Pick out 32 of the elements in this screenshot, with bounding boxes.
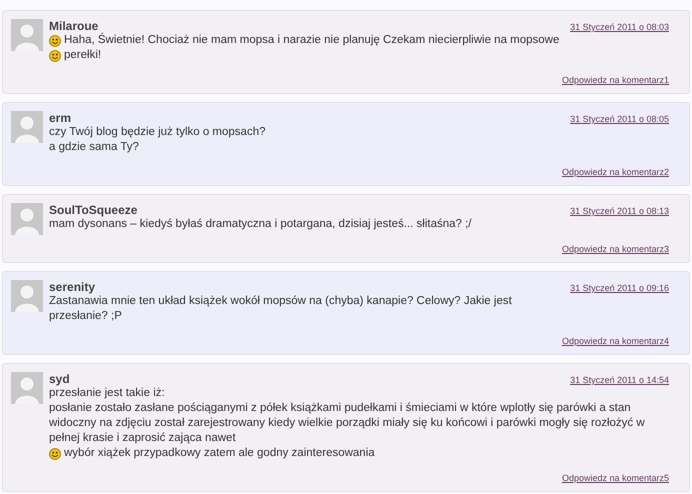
- comment-text: Zastanawia mnie ten układ książek wokół mopsów na (chyba) kanapie? Celowy? Jakie jest: [49, 294, 512, 309]
- avatar-icon: [11, 203, 43, 235]
- comment-text: perełki!: [64, 48, 102, 63]
- reply-link[interactable]: Odpowiedz na komentarz4: [562, 336, 669, 346]
- comment-author: serenity: [49, 280, 96, 294]
- comment-text: pełnej krasie i zaprosić zająca nawet: [49, 431, 236, 446]
- avatar-icon: [11, 19, 43, 51]
- reply-link[interactable]: Odpowiedz na komentarz2: [562, 167, 669, 177]
- comment-text: wybór xiążek przypadkowy zatem ale godny zainteresowania: [64, 446, 375, 461]
- comment-author: syd: [49, 372, 70, 386]
- comment-date-link[interactable]: 31 Styczeń 2011 o 08:05: [570, 114, 669, 124]
- comment-date-link[interactable]: 31 Styczeń 2011 o 08:13: [570, 206, 669, 216]
- comment-text: a gdzie sama Ty?: [49, 140, 139, 155]
- reply-link[interactable]: Odpowiedz na komentarz1: [562, 75, 669, 85]
- comment-date-link[interactable]: 31 Styczeń 2011 o 08:03: [570, 22, 669, 32]
- comment-text: czy Twój blog będzie już tylko o mopsach?: [49, 125, 266, 140]
- avatar-icon: [11, 111, 43, 143]
- avatar-icon: [11, 372, 43, 404]
- comment-date-link[interactable]: 31 Styczeń 2011 o 09:16: [570, 283, 669, 293]
- comment-text: mam dysonans – kiedyś byłaś dramatyczna i potargana, dzisiaj jesteś... słitaśna? ;/: [49, 217, 472, 232]
- reply-link[interactable]: Odpowiedz na komentarz3: [562, 244, 669, 254]
- comment-text: posłanie zostało zasłane pościąganymi z półek książkami pudełkami i śmieciami w które wplotły się parówki a stan: [49, 401, 631, 416]
- comment-author: Milaroue: [49, 19, 98, 33]
- comment-text: widoczny na zdjęciu został zarejestrowany kiedy wielkie porządki miały się ku końcowi i parówki mogły się rozłożyć w: [49, 416, 645, 431]
- comment-text: przesłanie? ;P: [49, 309, 122, 324]
- comment-text: Haha, Świetnie! Chociaż nie mam mopsa i narazie nie planuję Czekam niecierpliwie na mopsowe: [64, 33, 560, 48]
- comment-author: SoulToSqueeze: [49, 203, 138, 217]
- comment-author: erm: [49, 111, 72, 125]
- reply-link[interactable]: Odpowiedz na komentarz5: [562, 473, 669, 483]
- comment-text: przesłanie jest takie iż:: [49, 386, 165, 401]
- avatar-icon: [11, 280, 43, 312]
- comment-date-link[interactable]: 31 Styczeń 2011 o 14:54: [570, 375, 669, 385]
